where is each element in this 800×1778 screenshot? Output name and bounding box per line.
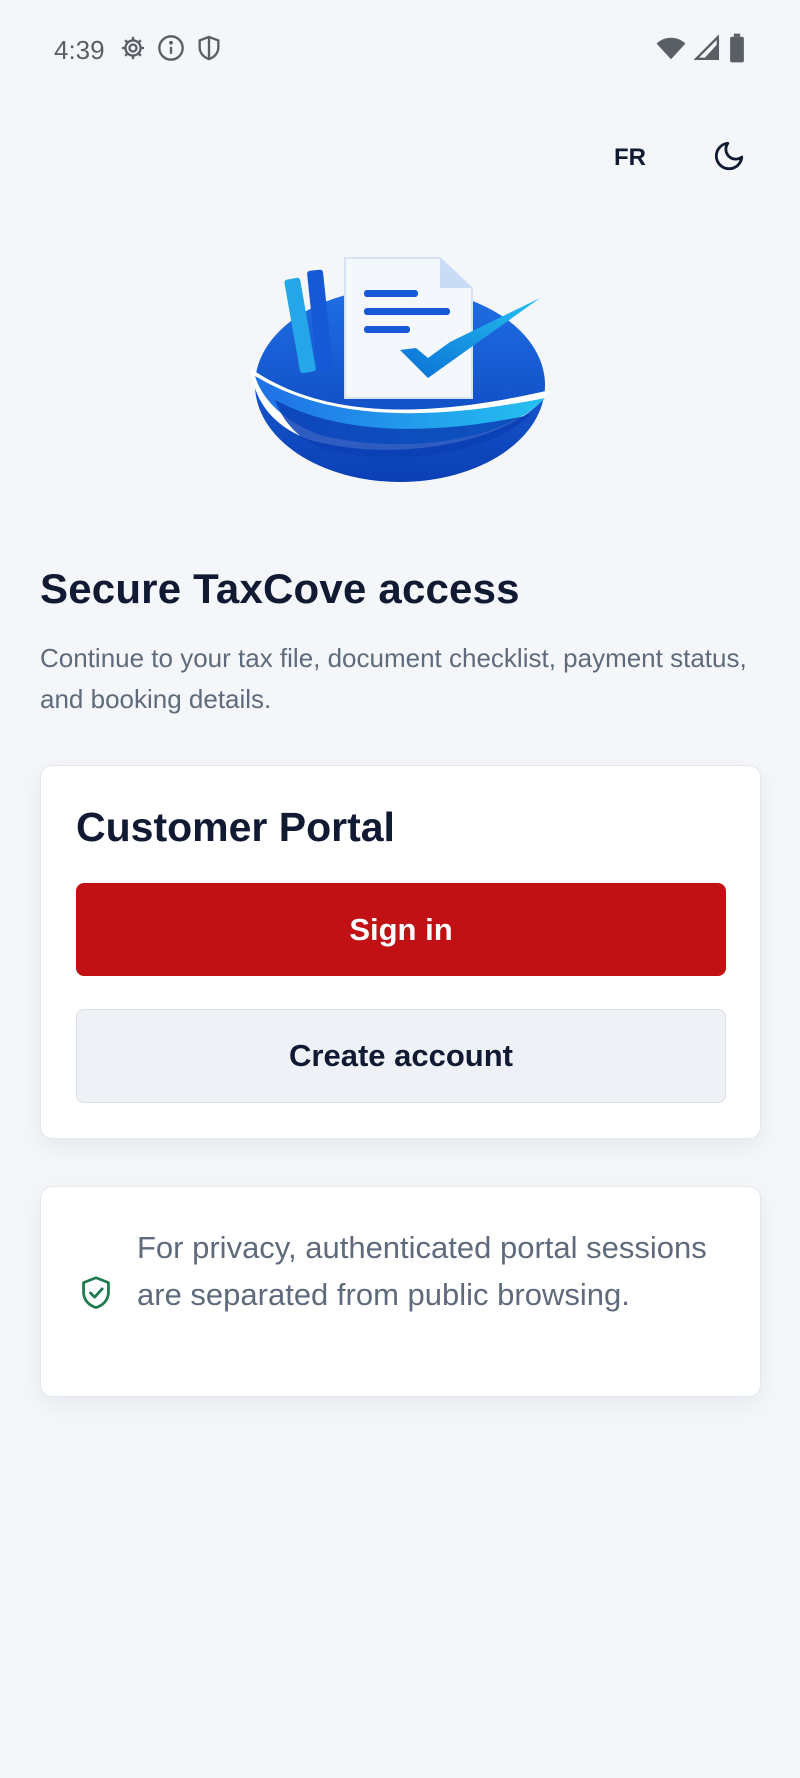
status-right [656,33,746,68]
signal-icon [693,33,720,66]
page-title: Secure TaxCove access [40,565,520,612]
language-toggle-button[interactable]: FR [610,138,650,178]
shield-icon [195,34,223,67]
theme-toggle-button[interactable] [708,135,750,180]
status-left: 4:39 [54,34,223,67]
sign-in-button[interactable]: Sign in [76,883,726,976]
create-account-button[interactable]: Create account [76,1009,726,1103]
privacy-note-text: For privacy, authenticated portal sessio… [137,1230,707,1312]
moon-icon [712,139,746,176]
customer-portal-card: Customer Portal Sign in Create account [40,765,761,1139]
gear-icon [119,34,147,67]
status-bar: 4:39 [0,0,800,100]
taxcove-logo [250,250,550,490]
wifi-icon [656,35,686,66]
page-subtitle: Continue to your tax file, document chec… [40,643,747,714]
battery-icon [728,33,746,68]
top-bar: FR [610,135,750,180]
privacy-note-card: For privacy, authenticated portal sessio… [40,1186,761,1397]
portal-title: Customer Portal [76,804,395,850]
document-check-logo [250,257,550,482]
status-time: 4:39 [54,34,105,65]
shield-check-icon [79,1275,113,1311]
info-icon [157,34,185,67]
